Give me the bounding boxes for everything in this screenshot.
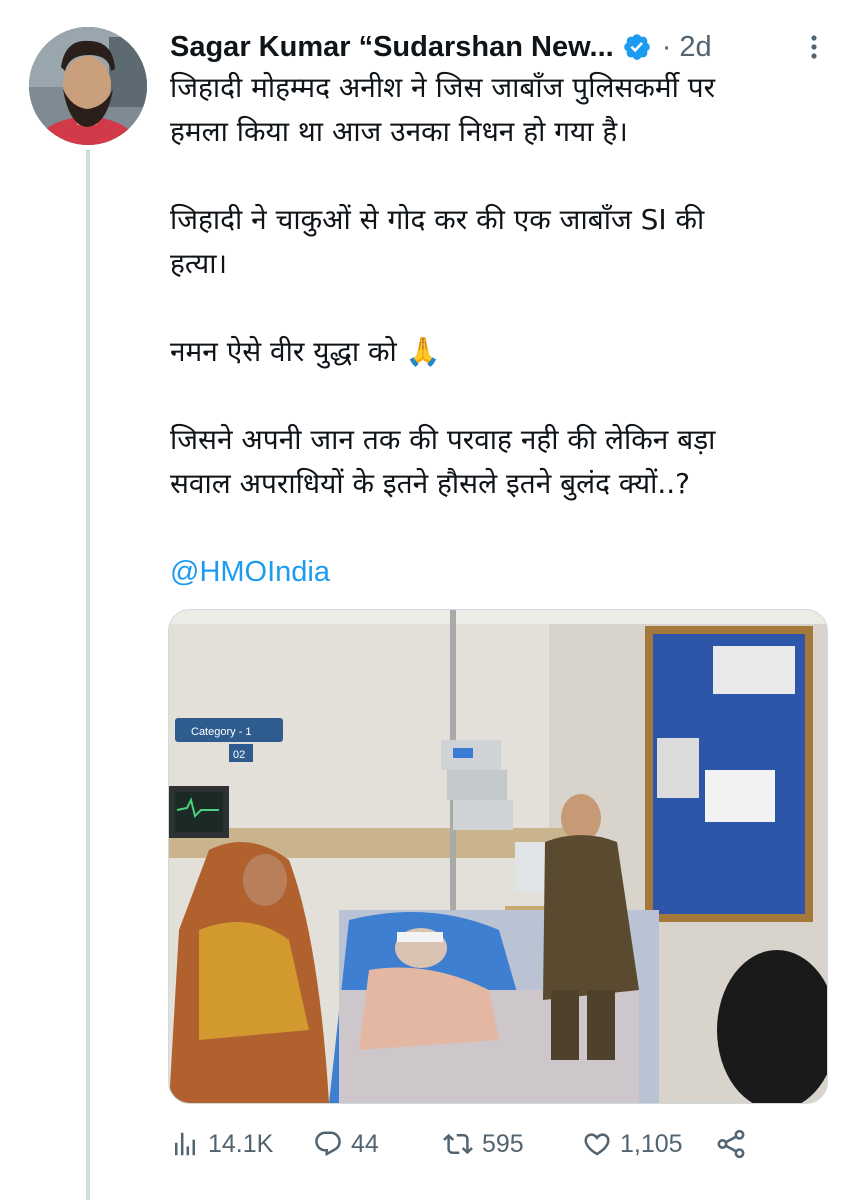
- views-count: 14.1K: [208, 1129, 274, 1158]
- thread-connector-line: [86, 150, 90, 1200]
- tweet-text: जिहादी मोहम्मद अनीश ने जिस जाबाँज पुलिसक…: [170, 66, 820, 594]
- like-action[interactable]: 1,105: [582, 1122, 683, 1166]
- tweet-line: जिहादी मोहम्मद अनीश ने जिस जाबाँज पुलिसक…: [170, 71, 716, 104]
- tweet-actions: 14.1K 44 595 1,105: [170, 1122, 770, 1166]
- retweet-action[interactable]: 595: [442, 1122, 524, 1166]
- mention-link[interactable]: @HMOIndia: [170, 550, 820, 594]
- share-action[interactable]: [714, 1122, 756, 1166]
- sign-number-text: 02: [233, 749, 245, 761]
- retweet-icon: [443, 1133, 473, 1155]
- tweet-line: हत्या।: [170, 247, 228, 280]
- separator-dot: ·: [661, 30, 672, 63]
- author-name[interactable]: Sagar Kumar “Sudarshan New...: [170, 31, 614, 64]
- tweet-line: जिहादी ने चाकुओं से गोद कर की एक जाबाँज …: [170, 203, 705, 236]
- timestamp[interactable]: 2d: [679, 31, 711, 64]
- retweet-count: 595: [482, 1129, 524, 1158]
- tweet: Sagar Kumar “Sudarshan New... · 2d जिहाद…: [0, 0, 851, 1200]
- more-options-icon[interactable]: [799, 32, 829, 62]
- reply-action[interactable]: 44: [313, 1122, 379, 1166]
- views-action[interactable]: 14.1K: [170, 1122, 273, 1166]
- reply-icon: [315, 1131, 341, 1157]
- tweet-line: नमन ऐसे वीर युद्धा को 🙏: [170, 335, 441, 368]
- sign-category-text: Category - 1: [191, 726, 252, 738]
- tweet-line: जिसने अपनी जान तक की परवाह नही की लेकिन …: [170, 423, 716, 456]
- tweet-line: हमला किया था आज उनका निधन हो गया है।: [170, 115, 628, 148]
- avatar[interactable]: [29, 27, 147, 145]
- reply-count: 44: [351, 1129, 379, 1158]
- tweet-photo[interactable]: Category - 1 02: [168, 609, 828, 1104]
- tweet-line: सवाल अपराधियों के इतने हौसले इतने बुलंद …: [170, 467, 691, 500]
- tweet-header: Sagar Kumar “Sudarshan New... · 2d: [170, 27, 712, 67]
- heart-icon: [584, 1133, 610, 1156]
- share-icon: [717, 1129, 745, 1159]
- verified-badge-icon: [622, 32, 652, 62]
- like-count: 1,105: [620, 1129, 683, 1158]
- analytics-icon: [175, 1132, 195, 1156]
